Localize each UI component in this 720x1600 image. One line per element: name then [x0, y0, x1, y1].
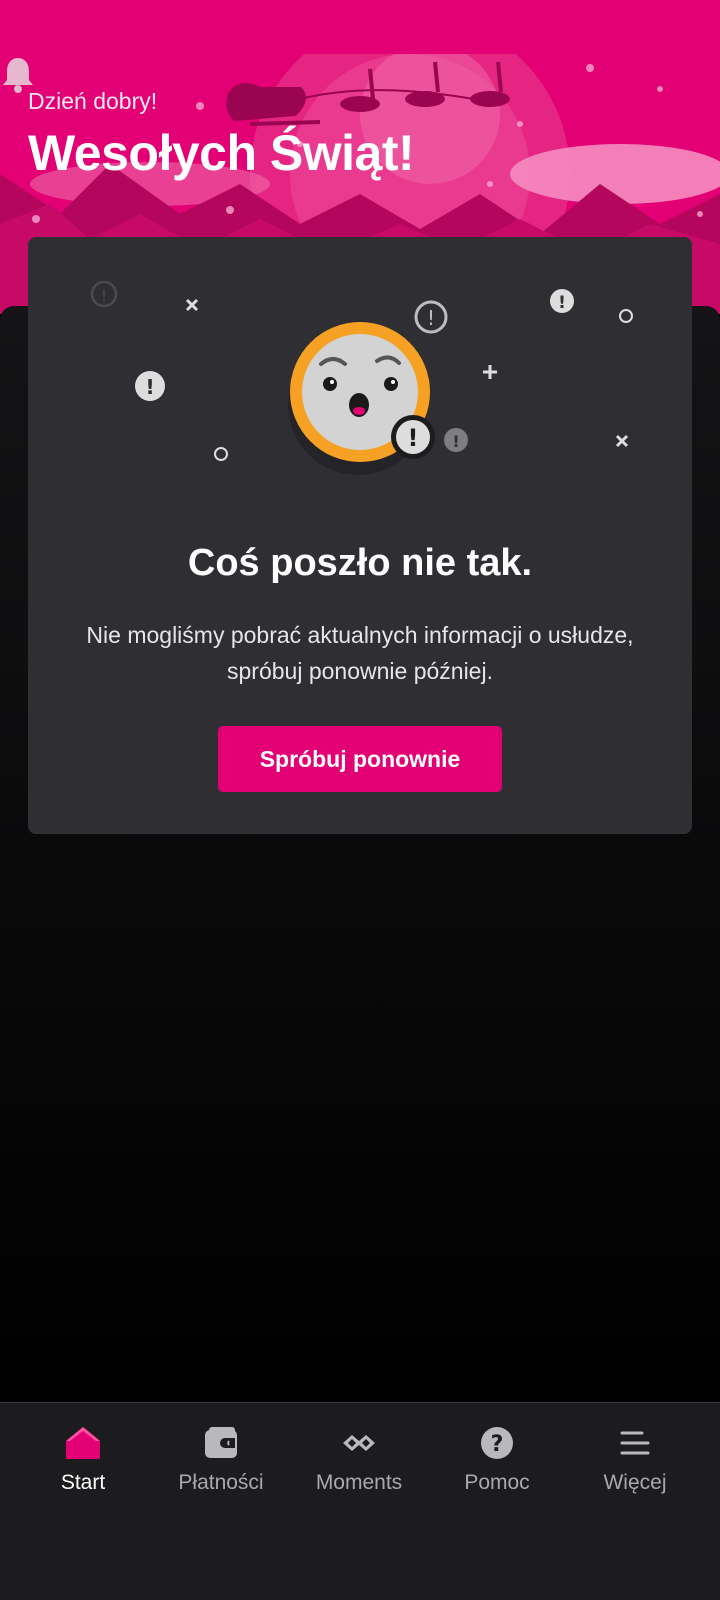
error-description: Nie mogliśmy pobrać aktualnych informacj… — [86, 622, 634, 684]
nav-item-platnosci[interactable]: Płatności — [152, 1403, 290, 1523]
nav-label-moments: Moments — [315, 1471, 403, 1494]
bottom-navigation: Start Płatności Moments ? Pomoc Więcej — [0, 1402, 720, 1600]
help-icon: ? — [481, 1427, 513, 1459]
svg-text:!: ! — [408, 424, 419, 452]
greeting-text: Dzień dobry! — [28, 88, 158, 114]
svg-text:!: ! — [558, 293, 566, 313]
nav-label-start: Start — [60, 1471, 106, 1494]
nav-item-pomoc[interactable]: ? Pomoc — [428, 1403, 566, 1523]
nav-label-wiecej: Więcej — [603, 1471, 667, 1494]
retry-button[interactable]: Spróbuj ponownie — [218, 726, 502, 792]
status-bar — [0, 0, 720, 54]
home-icon — [66, 1427, 100, 1459]
nav-item-wiecej[interactable]: Więcej — [566, 1403, 704, 1523]
svg-text:!: ! — [427, 306, 435, 330]
wallet-icon — [205, 1427, 237, 1458]
nav-label-platnosci: Płatności — [178, 1471, 264, 1494]
svg-text:!: ! — [452, 432, 459, 451]
bell-icon[interactable] — [0, 54, 36, 94]
error-illustration: ! ! ! ! ! ! — [90, 280, 633, 475]
svg-text:!: ! — [145, 375, 154, 399]
moments-icon — [343, 1435, 375, 1451]
nav-item-start[interactable]: Start — [14, 1403, 152, 1523]
error-card: ! ! ! ! ! ! Coś poszło nie tak. Nie mogl… — [28, 237, 692, 834]
menu-icon — [620, 1431, 650, 1455]
nav-item-moments[interactable]: Moments — [290, 1403, 428, 1523]
error-title: Coś poszło nie tak. — [187, 542, 533, 584]
svg-text:!: ! — [101, 286, 107, 305]
surprised-face-icon: ! — [288, 322, 435, 475]
page-title: Wesołych Świąt! — [28, 125, 415, 181]
nav-label-pomoc: Pomoc — [464, 1471, 530, 1494]
svg-text:?: ? — [491, 1432, 504, 1457]
